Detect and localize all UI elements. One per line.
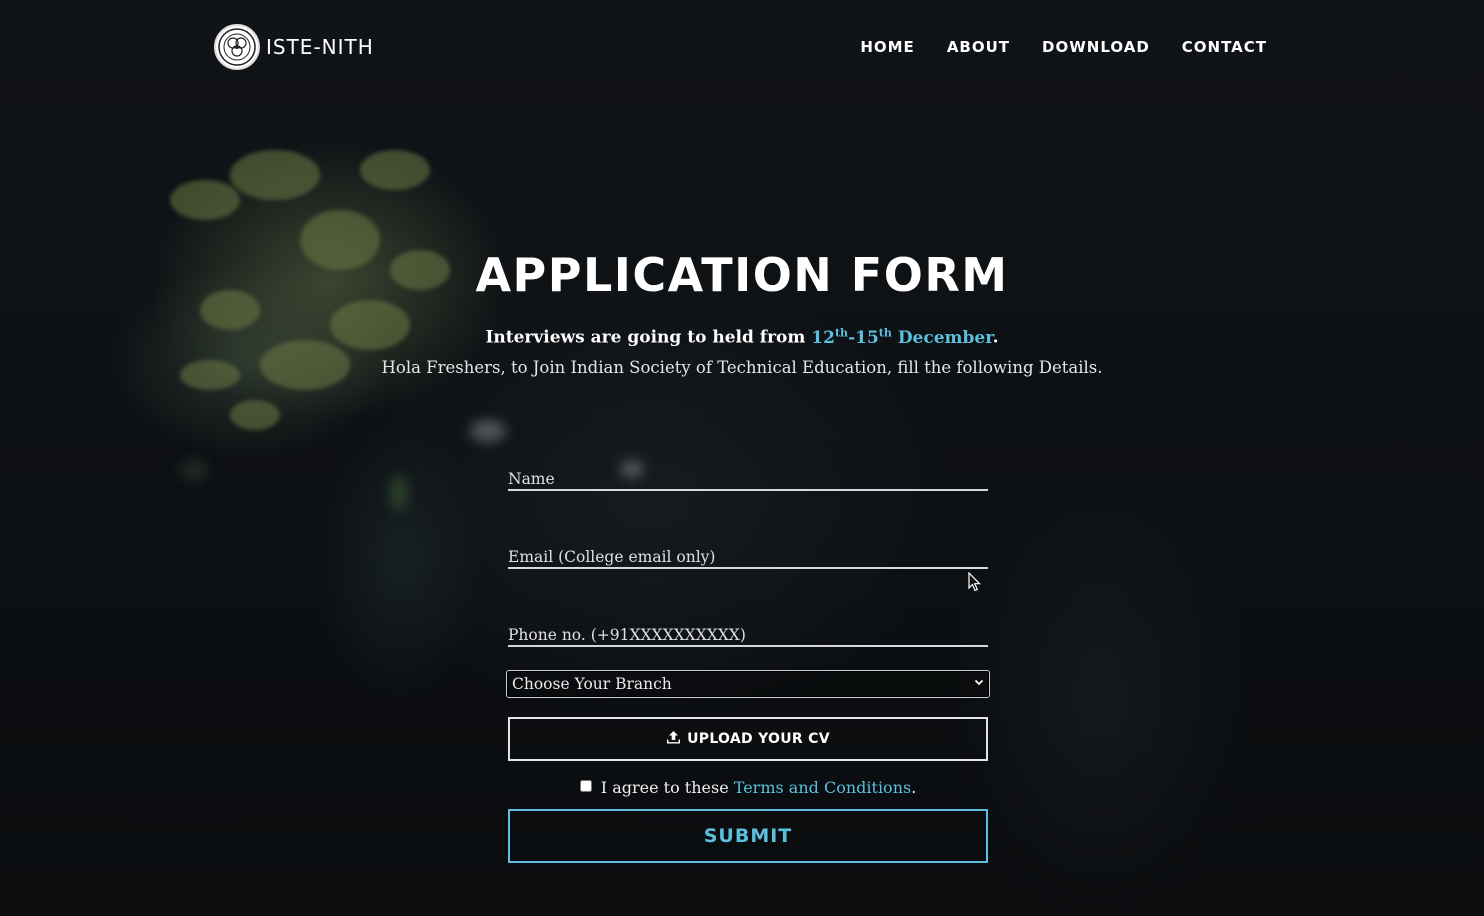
mouse-pointer-icon: [968, 571, 982, 596]
name-input[interactable]: [508, 470, 988, 489]
top-navbar: ISTE-NITH HOME ABOUT DOWNLOAD CONTACT: [0, 0, 1484, 98]
main-menu: HOME ABOUT DOWNLOAD CONTACT: [860, 38, 1267, 56]
phone-input[interactable]: [508, 626, 988, 645]
nav-download-link[interactable]: DOWNLOAD: [1042, 38, 1150, 56]
upload-icon: [666, 730, 681, 749]
branch-select-wrapper: Choose Your Branch: [506, 670, 990, 698]
date-month: December: [897, 327, 993, 348]
application-form: Choose Your Branch UPLOAD YOUR CV I agre…: [506, 462, 990, 863]
brand[interactable]: ISTE-NITH: [214, 24, 374, 70]
upload-cv-button[interactable]: UPLOAD YOUR CV: [508, 717, 988, 761]
date-start: 12: [811, 327, 835, 348]
date-end: 15: [855, 327, 879, 348]
page-title: APPLICATION FORM: [475, 248, 1009, 302]
phone-field: [508, 618, 988, 647]
email-field: [508, 540, 988, 569]
name-field: [508, 462, 988, 491]
date-end-suffix: th: [878, 326, 892, 339]
nav-about-link[interactable]: ABOUT: [947, 38, 1010, 56]
brand-name: ISTE-NITH: [266, 35, 374, 59]
agree-checkbox[interactable]: [579, 780, 592, 792]
iste-logo-icon: [214, 24, 260, 70]
agree-suffix: .: [911, 778, 917, 797]
email-input[interactable]: [508, 548, 988, 567]
page-subtitle: Hola Freshers, to Join Indian Society of…: [381, 357, 1103, 377]
notice-suffix: .: [992, 327, 999, 348]
interview-notice: Interviews are going to held from 12th-1…: [0, 326, 1484, 348]
upload-cv-label: UPLOAD YOUR CV: [687, 731, 830, 747]
submit-button[interactable]: SUBMIT: [508, 809, 988, 863]
nav-contact-link[interactable]: CONTACT: [1182, 38, 1267, 56]
agree-text: I agree to these: [600, 778, 729, 797]
date-start-suffix: th: [834, 326, 849, 339]
branch-select[interactable]: Choose Your Branch: [507, 671, 989, 697]
terms-agreement: I agree to these Terms and Conditions.: [508, 778, 988, 797]
hero-section: APPLICATION FORM Interviews are going to…: [0, 248, 1484, 377]
terms-link[interactable]: Terms and Conditions: [734, 778, 911, 797]
interview-dates: 12th-15th December: [811, 326, 993, 348]
notice-prefix: Interviews are going to held from: [485, 327, 806, 348]
nav-home-link[interactable]: HOME: [860, 38, 914, 56]
